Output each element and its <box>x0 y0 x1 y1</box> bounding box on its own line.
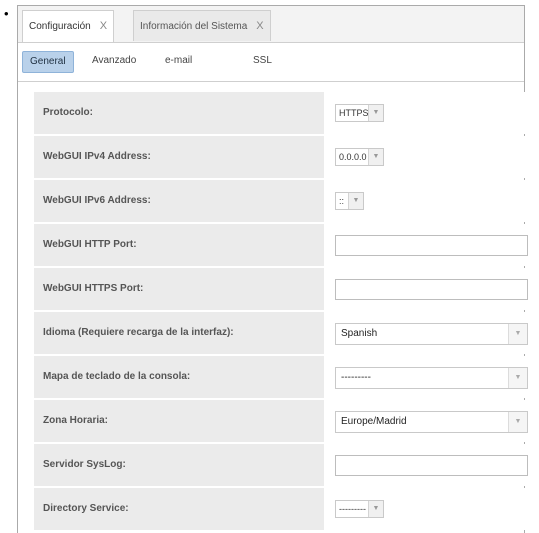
field-value-cell: HTTPS ▼ <box>324 92 533 134</box>
field-label: WebGUI IPv6 Address: <box>34 180 324 222</box>
field-value-cell <box>324 268 533 310</box>
field-label: Idioma (Requiere recarga de la interfaz)… <box>34 312 324 354</box>
tab-configuracion[interactable]: Configuración X <box>22 10 115 42</box>
row-protocolo: Protocolo: HTTPS ▼ <box>34 92 533 134</box>
field-label: WebGUI IPv4 Address: <box>34 136 324 178</box>
field-value-cell: Europe/Madrid ▼ <box>324 400 533 442</box>
close-icon[interactable]: X <box>256 20 263 32</box>
select-value: --------- <box>339 504 366 514</box>
chevron-down-icon: ▼ <box>368 149 383 165</box>
field-value-cell: --------- ▼ <box>324 356 533 398</box>
row-syslog: Servidor SysLog: <box>34 444 533 486</box>
field-label: Mapa de teclado de la consola: <box>34 356 324 398</box>
select-value: Europe/Madrid <box>341 416 407 427</box>
protocol-select[interactable]: HTTPS ▼ <box>335 104 384 122</box>
subtab-bar: General Avanzado e-mail SSL <box>18 43 524 82</box>
select-value: HTTPS <box>339 108 369 118</box>
field-label: Servidor SysLog: <box>34 444 324 486</box>
keymap-select[interactable]: --------- ▼ <box>335 367 528 389</box>
subtab-general[interactable]: General <box>22 51 74 73</box>
subtab-ssl[interactable]: SSL <box>253 51 272 71</box>
row-directory-service: Directory Service: --------- ▼ <box>34 488 533 530</box>
field-value-cell: Spanish ▼ <box>324 312 533 354</box>
field-label: Protocolo: <box>34 92 324 134</box>
chevron-down-icon: ▼ <box>508 324 527 344</box>
chevron-down-icon: ▼ <box>368 501 383 517</box>
field-value-cell: --------- ▼ <box>324 488 533 530</box>
field-label: WebGUI HTTP Port: <box>34 224 324 266</box>
field-value-cell <box>324 444 533 486</box>
row-https-port: WebGUI HTTPS Port: <box>34 268 533 310</box>
chevron-down-icon: ▼ <box>368 105 383 121</box>
select-value: :: <box>339 196 345 206</box>
subtab-avanzado[interactable]: Avanzado <box>92 51 136 71</box>
select-value: --------- <box>341 372 371 383</box>
tab-bar: Configuración X Información del Sistema X <box>18 6 524 43</box>
tab-label: Configuración <box>29 21 91 32</box>
row-idioma: Idioma (Requiere recarga de la interfaz)… <box>34 312 533 354</box>
http-port-input[interactable] <box>335 235 528 256</box>
tab-informacion-sistema[interactable]: Información del Sistema X <box>133 10 271 41</box>
field-label: Zona Horaria: <box>34 400 324 442</box>
syslog-input[interactable] <box>335 455 528 476</box>
field-label: Directory Service: <box>34 488 324 530</box>
row-ipv6: WebGUI IPv6 Address: :: ▼ <box>34 180 533 222</box>
row-zona-horaria: Zona Horaria: Europe/Madrid ▼ <box>34 400 533 442</box>
select-value: Spanish <box>341 328 378 339</box>
tab-label: Información del Sistema <box>140 21 248 32</box>
select-value: 0.0.0.0 <box>339 152 367 162</box>
https-port-input[interactable] <box>335 279 528 300</box>
field-label: WebGUI HTTPS Port: <box>34 268 324 310</box>
row-teclado: Mapa de teclado de la consola: ---------… <box>34 356 533 398</box>
row-ipv4: WebGUI IPv4 Address: 0.0.0.0 ▼ <box>34 136 533 178</box>
subtab-email[interactable]: e-mail <box>165 51 192 71</box>
close-icon[interactable]: X <box>100 20 107 32</box>
field-value-cell: 0.0.0.0 ▼ <box>324 136 533 178</box>
chevron-down-icon: ▼ <box>348 193 363 209</box>
ipv4-select[interactable]: 0.0.0.0 ▼ <box>335 148 384 166</box>
language-select[interactable]: Spanish ▼ <box>335 323 528 345</box>
chevron-down-icon: ▼ <box>508 412 527 432</box>
directory-service-select[interactable]: --------- ▼ <box>335 500 384 518</box>
field-value-cell <box>324 224 533 266</box>
timezone-select[interactable]: Europe/Madrid ▼ <box>335 411 528 433</box>
row-http-port: WebGUI HTTP Port: <box>34 224 533 266</box>
ipv6-select[interactable]: :: ▼ <box>335 192 364 210</box>
field-value-cell: :: ▼ <box>324 180 533 222</box>
chevron-down-icon: ▼ <box>508 368 527 388</box>
list-bullet: • <box>4 6 9 21</box>
settings-window: Configuración X Información del Sistema X … <box>17 5 533 533</box>
